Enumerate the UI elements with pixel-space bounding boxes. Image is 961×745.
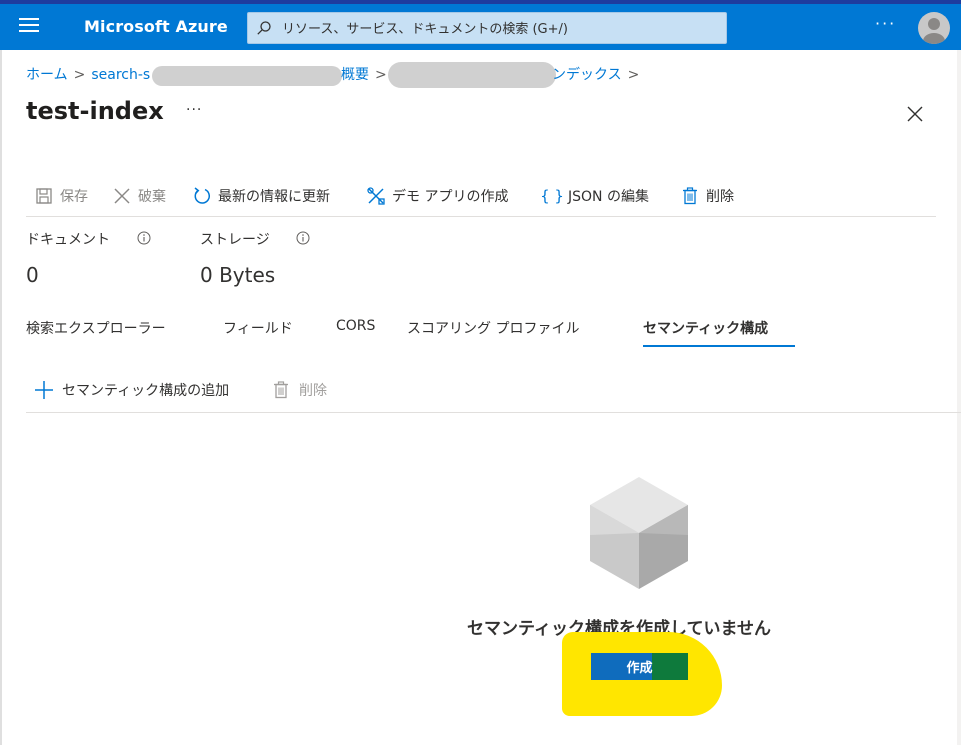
edit-json-label: JSON の編集 — [568, 189, 649, 205]
breadcrumb-home[interactable]: ホーム — [26, 64, 68, 84]
breadcrumb: ホーム > search-s — [26, 64, 150, 84]
storage-label: ストレージ — [200, 232, 270, 248]
edit-json-button[interactable]: { } JSON の編集 — [540, 180, 649, 212]
close-icon[interactable] — [905, 104, 925, 124]
tab-fields[interactable]: フィールド — [223, 318, 293, 338]
button-overlay — [652, 653, 688, 680]
save-icon — [34, 186, 54, 206]
more-options-icon[interactable]: ··· — [875, 14, 896, 33]
demo-app-label: デモ アプリの作成 — [392, 189, 509, 205]
tab-cors[interactable]: CORS — [336, 318, 375, 334]
discard-label: 破棄 — [138, 189, 166, 205]
breadcrumb-overview[interactable]: 概要 — [341, 64, 369, 84]
blade-edge — [0, 50, 2, 745]
discard-icon — [112, 186, 132, 206]
trash-icon — [271, 380, 291, 400]
breadcrumb-part3: ンデックス > — [552, 64, 645, 84]
search-input[interactable] — [280, 13, 724, 45]
delete-semantic-config-button[interactable]: 削除 — [271, 378, 327, 402]
brand-title[interactable]: Microsoft Azure — [84, 17, 228, 36]
create-demo-app-button[interactable]: デモ アプリの作成 — [366, 180, 508, 212]
chevron-right-icon: > — [375, 67, 387, 83]
tab-semantic-configurations[interactable]: セマンティック構成 — [643, 318, 768, 338]
save-button[interactable]: 保存 — [34, 180, 88, 212]
avatar[interactable] — [918, 12, 950, 44]
delete-label: 削除 — [299, 383, 327, 399]
tab-scoring-profiles[interactable]: スコアリング プロファイル — [407, 318, 579, 338]
trash-icon — [680, 186, 700, 206]
delete-label: 削除 — [706, 189, 734, 205]
documents-value: 0 — [26, 263, 39, 287]
documents-label: ドキュメント — [26, 232, 110, 248]
chevron-right-icon: > — [73, 67, 86, 83]
menu-icon[interactable] — [19, 18, 39, 34]
divider — [26, 412, 961, 413]
create-button[interactable]: 作成 — [591, 653, 688, 680]
save-label: 保存 — [60, 189, 88, 205]
breadcrumb-indexes[interactable]: ンデックス — [552, 64, 622, 84]
refresh-icon — [192, 186, 212, 206]
create-label: 作成 — [626, 661, 653, 676]
info-icon[interactable] — [296, 231, 310, 245]
refresh-button[interactable]: 最新の情報に更新 — [192, 180, 330, 212]
scroll-edge — [957, 50, 961, 745]
top-bar: Microsoft Azure ··· — [0, 0, 961, 50]
chevron-right-icon: > — [627, 67, 640, 83]
info-icon[interactable] — [137, 231, 151, 245]
tab-search-explorer[interactable]: 検索エクスプローラー — [26, 318, 166, 338]
braces-icon: { } — [540, 187, 564, 205]
breadcrumb-search-service[interactable]: search-s — [91, 67, 150, 83]
page-title: test-index — [26, 97, 164, 125]
top-accent-line — [0, 0, 961, 4]
add-label: セマンティック構成の追加 — [62, 383, 230, 399]
delete-button[interactable]: 削除 — [680, 180, 734, 212]
search-icon — [257, 21, 271, 35]
add-semantic-config-button[interactable]: セマンティック構成の追加 — [34, 378, 229, 402]
refresh-label: 最新の情報に更新 — [218, 189, 330, 205]
plus-icon — [34, 380, 54, 400]
redacted-block — [152, 66, 342, 86]
tools-icon — [366, 186, 386, 206]
empty-cube-icon — [590, 477, 688, 589]
title-more-icon[interactable]: ··· — [186, 102, 202, 118]
storage-value: 0 Bytes — [200, 263, 276, 287]
divider — [26, 216, 936, 217]
redacted-block — [388, 62, 556, 88]
user-icon — [923, 18, 945, 44]
discard-button[interactable]: 破棄 — [112, 180, 166, 212]
active-tab-indicator — [643, 345, 795, 347]
breadcrumb-part2: 概要 > — [341, 64, 393, 84]
global-search[interactable] — [247, 12, 727, 45]
